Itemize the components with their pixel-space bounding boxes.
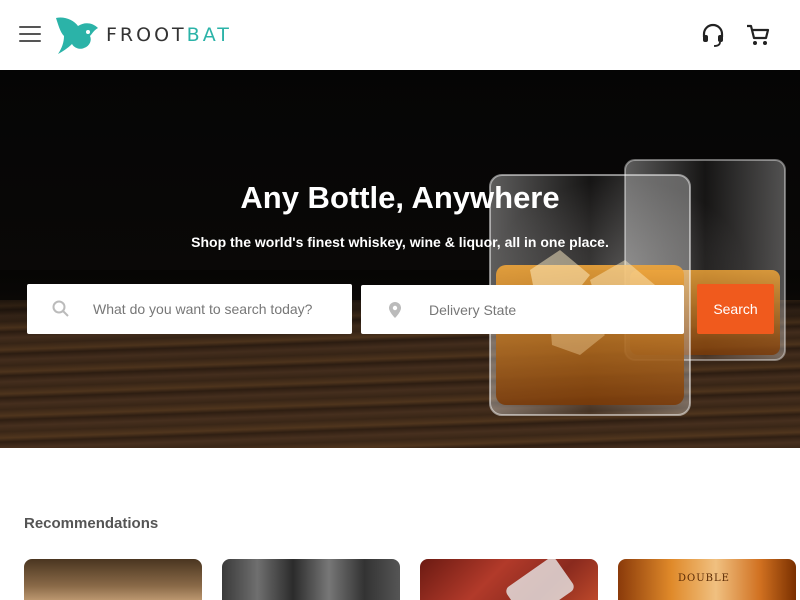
card-label: DOUBLE xyxy=(678,573,730,584)
hero-banner: Any Bottle, Anywhere Shop the world's fi… xyxy=(0,70,800,448)
frootbat-logo[interactable]: FROOTBAT xyxy=(54,14,232,56)
recommendation-card[interactable]: DOUBLE xyxy=(618,559,796,600)
hero-title: Any Bottle, Anywhere xyxy=(240,180,560,215)
recommendation-card[interactable] xyxy=(420,559,598,600)
shopping-cart-icon[interactable] xyxy=(745,22,771,48)
headset-icon[interactable] xyxy=(700,22,726,48)
search-field[interactable] xyxy=(27,284,352,334)
logo-text: FROOTBAT xyxy=(106,24,232,46)
logo-text-bat: BAT xyxy=(186,24,232,46)
delivery-state-input[interactable] xyxy=(429,301,669,318)
site-header: FROOTBAT xyxy=(0,0,800,70)
search-button[interactable]: Search xyxy=(697,284,774,334)
recommendations-title: Recommendations xyxy=(24,515,159,532)
logo-text-froot: FROOT xyxy=(106,24,187,46)
location-pin-icon xyxy=(389,301,401,318)
recommendation-card[interactable] xyxy=(24,559,202,600)
hamburger-menu-icon[interactable] xyxy=(19,26,41,44)
delivery-state-field[interactable] xyxy=(361,285,684,334)
search-icon xyxy=(52,300,69,317)
hero-subtitle: Shop the world's finest whiskey, wine & … xyxy=(191,234,609,250)
bat-logo-icon xyxy=(56,17,98,54)
search-input[interactable] xyxy=(93,301,333,317)
recommendation-card[interactable] xyxy=(222,559,400,600)
